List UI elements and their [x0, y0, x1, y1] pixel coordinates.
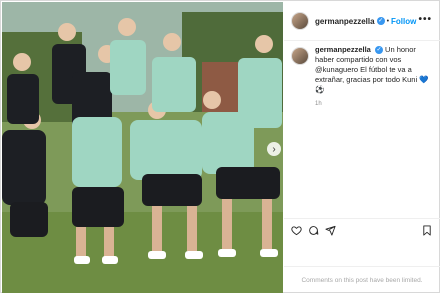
avatar[interactable]	[291, 12, 309, 30]
bookmark-icon[interactable]	[422, 225, 432, 239]
team-photo-illustration	[2, 2, 283, 293]
username-link[interactable]: germanpezzella	[315, 17, 375, 26]
caption-avatar[interactable]	[291, 47, 309, 65]
next-arrow-icon[interactable]: ›	[267, 142, 281, 156]
post-photo[interactable]: ›	[2, 2, 283, 293]
caption-text-block: germanpezzella ✓ Un honor haber comparti…	[315, 45, 437, 109]
follow-button[interactable]: Follow	[391, 17, 416, 26]
caption-verified-icon: ✓	[374, 46, 383, 55]
comment-icon[interactable]	[308, 225, 319, 239]
post-sidebar: germanpezzella ✓ • Follow ••• germanpezz…	[284, 2, 440, 293]
verified-icon: ✓	[376, 17, 385, 25]
share-icon[interactable]	[325, 225, 336, 239]
caption: germanpezzella ✓ Un honor haber comparti…	[284, 45, 440, 109]
post-time: 1h	[315, 101, 322, 107]
heart-icon[interactable]	[291, 225, 302, 239]
more-icon[interactable]: •••	[418, 14, 432, 25]
blue-heart-emoji: 💙	[419, 75, 429, 84]
caption-suffix-emoji: ⚽	[315, 85, 325, 94]
separator: •	[386, 17, 390, 25]
post-header: germanpezzella ✓ • Follow •••	[284, 2, 440, 41]
instagram-post: › germanpezzella ✓ • Follow ••• germanpe…	[0, 0, 440, 293]
caption-username[interactable]: germanpezzella	[315, 45, 371, 54]
action-bar	[284, 218, 440, 241]
comments-limited-notice: Comments on this post have been limited.	[284, 266, 440, 294]
